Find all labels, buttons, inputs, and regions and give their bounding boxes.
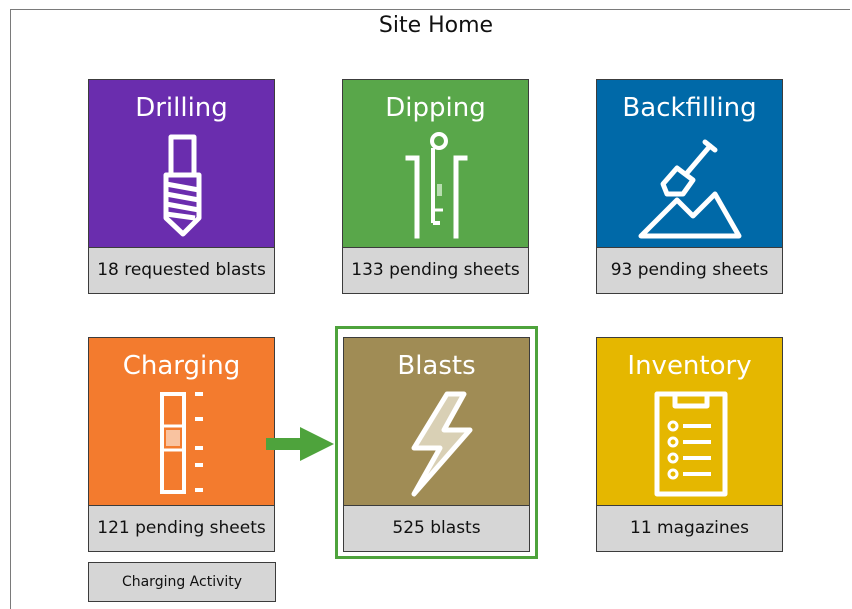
tile-blasts-header: Blasts — [343, 337, 530, 505]
dipping-tube-icon — [405, 132, 468, 239]
tile-blasts[interactable]: Blasts 525 blasts — [343, 337, 530, 552]
tile-drilling-status: 18 requested blasts — [88, 247, 275, 294]
tile-charging-header: Charging — [88, 337, 275, 505]
lightning-bolt-icon — [411, 391, 473, 497]
tile-inventory-label: Inventory — [627, 351, 752, 381]
shovel-mountain-icon — [638, 139, 742, 239]
tile-backfilling-status: 93 pending sheets — [596, 247, 783, 294]
tile-inventory[interactable]: Inventory 11 magazines — [596, 337, 783, 552]
drill-bit-icon — [163, 134, 202, 237]
tile-drilling-label: Drilling — [135, 93, 228, 123]
tile-charging[interactable]: Charging 121 pending sheets — [88, 337, 275, 552]
tile-backfilling-header: Backfilling — [596, 79, 783, 247]
page-title: Site Home — [378, 13, 494, 38]
tile-charging-status: 121 pending sheets — [88, 505, 275, 552]
tile-blasts-status: 525 blasts — [343, 505, 530, 552]
tile-backfilling-label: Backfilling — [622, 93, 757, 123]
arrow-right-icon — [266, 427, 334, 461]
charging-column-icon — [160, 392, 203, 494]
tile-inventory-status: 11 magazines — [596, 505, 783, 552]
tile-charging-label: Charging — [122, 351, 241, 381]
tile-drilling[interactable]: Drilling 18 requested blasts — [88, 79, 275, 294]
tile-inventory-header: Inventory — [596, 337, 783, 505]
tile-dipping-header: Dipping — [342, 79, 529, 247]
tile-dipping-status: 133 pending sheets — [342, 247, 529, 294]
clipboard-checklist-icon — [654, 391, 728, 497]
tile-dipping[interactable]: Dipping 133 pending sheets — [342, 79, 529, 294]
tile-drilling-header: Drilling — [88, 79, 275, 247]
tile-dipping-label: Dipping — [385, 93, 486, 123]
tile-blasts-label: Blasts — [397, 351, 476, 381]
tile-backfilling[interactable]: Backfilling 93 pending sheets — [596, 79, 783, 294]
charging-activity-button[interactable]: Charging Activity — [88, 562, 276, 602]
